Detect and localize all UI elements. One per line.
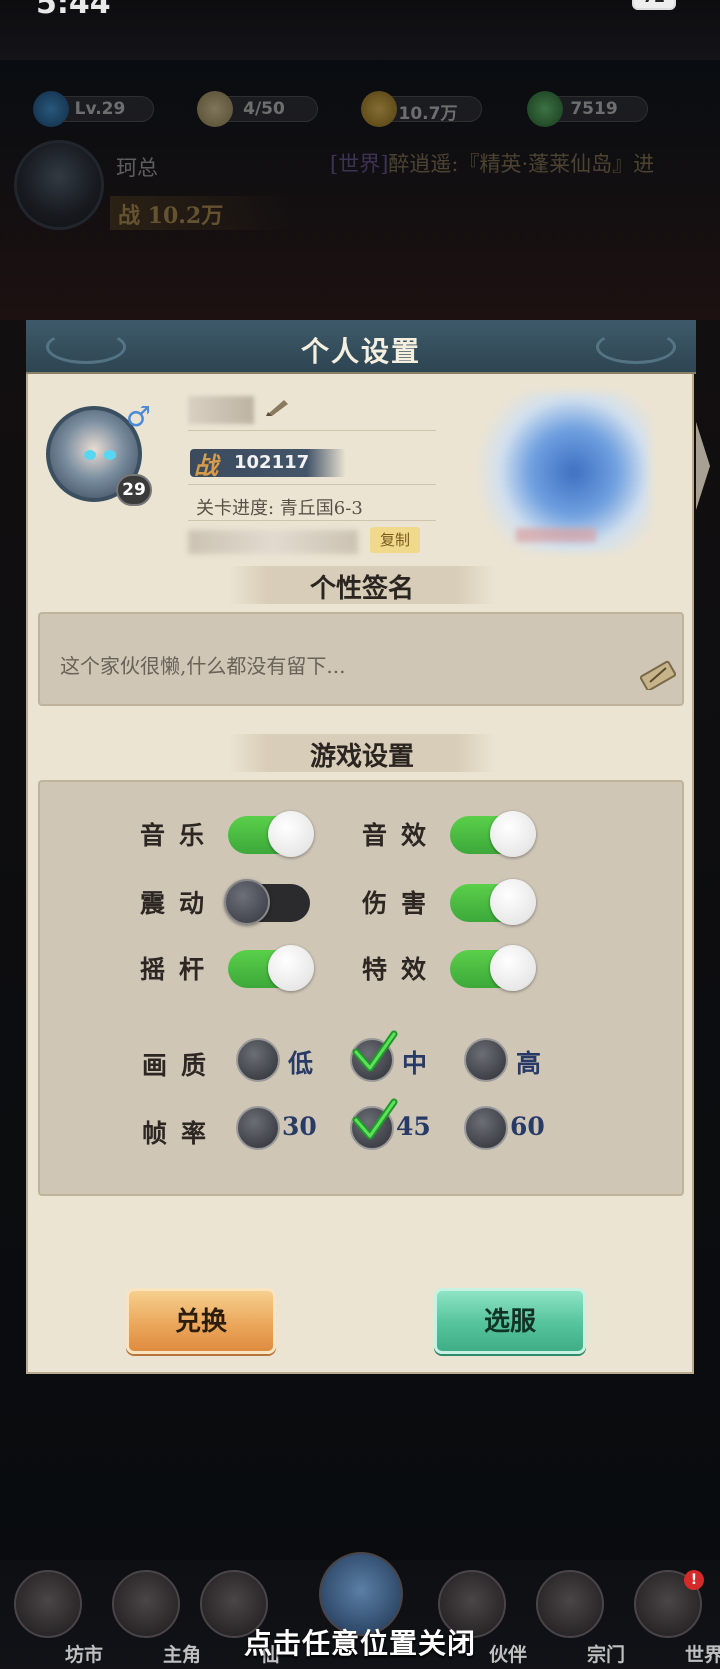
joystick-label: 摇杆 (140, 955, 219, 984)
toggle-knob (490, 945, 536, 991)
music-toggle[interactable] (228, 811, 314, 857)
level-badge: 29 (116, 474, 152, 506)
divider (188, 430, 436, 431)
power-label: 战 (194, 451, 218, 480)
copy-id-button[interactable]: 复制 (370, 527, 420, 553)
vibration-label: 震动 (140, 889, 219, 918)
framerate-label: 帧率 (142, 1119, 221, 1148)
game-settings-box: 音乐 音效 震动 伤害 摇杆 特效 画质 低 中 高 帧率 30 45 60 (38, 780, 684, 1196)
select-server-button[interactable]: 选服 (434, 1288, 586, 1354)
close-hint: 点击任意位置关闭 (243, 1627, 476, 1660)
modal-header: 个人设置 (26, 320, 696, 374)
modal-title: 个人设置 (300, 335, 421, 368)
toggle-knob (268, 811, 314, 857)
male-icon: ♂ (126, 400, 152, 433)
quality-label: 画质 (142, 1051, 221, 1080)
framerate-60-label: 60 (510, 1112, 545, 1141)
framerate-45-label: 45 (396, 1112, 431, 1141)
game-settings-ribbon: 游戏设置 (228, 734, 496, 772)
toggle-knob (268, 945, 314, 991)
signature-box[interactable]: 这个家伙很懒,什么都没有留下... (38, 612, 684, 706)
quality-low-label: 低 (288, 1049, 314, 1078)
stage-progress: 关卡进度: 青丘国6-3 (196, 498, 363, 519)
framerate-45-radio[interactable] (350, 1098, 398, 1150)
edit-name-icon[interactable] (264, 396, 292, 418)
signature-text: 这个家伙很懒,什么都没有留下... (60, 654, 346, 678)
toggle-knob (490, 879, 536, 925)
effects-label: 特效 (362, 955, 441, 984)
check-icon (352, 1098, 398, 1140)
signature-ribbon: 个性签名 (228, 566, 496, 604)
status-time: 5:44 (36, 0, 111, 21)
music-label: 音乐 (140, 821, 219, 850)
damage-toggle[interactable] (450, 879, 536, 925)
status-bar: 5:44 72 (0, 0, 720, 21)
sound-effects-label: 音效 (362, 821, 441, 850)
joystick-toggle[interactable] (228, 945, 314, 991)
power-bar: 战 102117 (190, 449, 346, 480)
toggle-knob (490, 811, 536, 857)
quality-high-radio[interactable] (464, 1038, 508, 1082)
power-value: 102117 (234, 452, 310, 473)
framerate-30-label: 30 (282, 1112, 317, 1141)
damage-label: 伤害 (362, 889, 441, 918)
avatar-eye-left (84, 450, 96, 460)
quality-low-radio[interactable] (236, 1038, 280, 1082)
personal-settings-modal: 个人设置 ♂ 29 战 102117 关卡进度: 青丘国6-3 复制 个性签名 … (26, 320, 710, 1374)
sound-effects-toggle[interactable] (450, 811, 536, 857)
alert-badge: ! (684, 1570, 704, 1590)
quality-mid-label: 中 (402, 1049, 428, 1078)
game-settings-section-title: 游戏设置 (309, 742, 414, 772)
check-icon (352, 1030, 398, 1072)
divider (188, 520, 436, 521)
vibration-toggle[interactable] (224, 879, 310, 925)
divider (188, 484, 436, 485)
companion-tag-blurred (516, 528, 596, 542)
toggle-knob (224, 879, 270, 925)
quality-mid-radio[interactable] (350, 1030, 398, 1082)
avatar-eye-right (104, 450, 116, 460)
player-id-blurred (188, 530, 358, 554)
exchange-button[interactable]: 兑换 (126, 1288, 276, 1354)
edit-signature-icon[interactable] (640, 660, 676, 690)
signature-section-title: 个性签名 (309, 574, 414, 604)
quality-high-label: 高 (516, 1049, 542, 1078)
battery-indicator: 72 (632, 0, 676, 10)
side-tab-arrow[interactable] (696, 422, 710, 510)
framerate-30-radio[interactable] (236, 1106, 280, 1150)
framerate-60-radio[interactable] (464, 1106, 508, 1150)
player-name-blurred (188, 396, 254, 424)
effects-toggle[interactable] (450, 945, 536, 991)
